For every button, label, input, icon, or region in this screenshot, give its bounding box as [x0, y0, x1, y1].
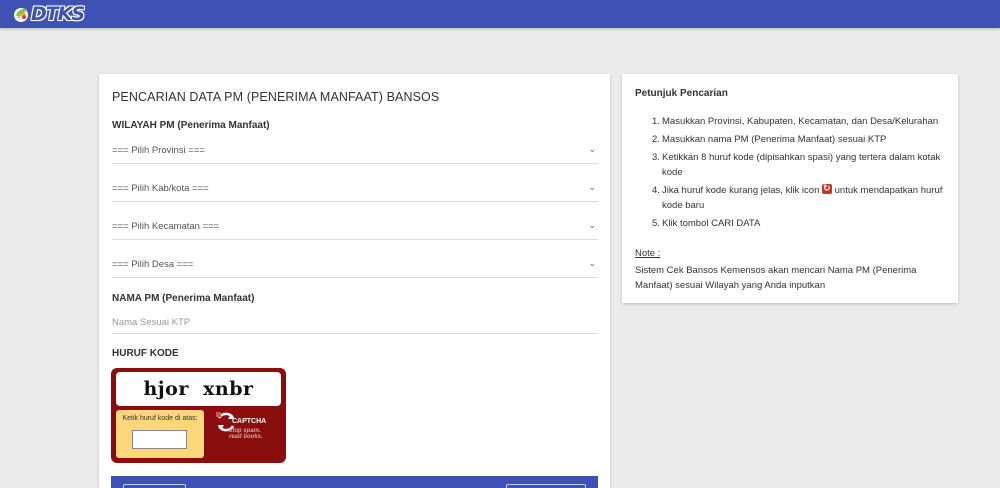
step-text: Klik tombol CARI DATA [662, 218, 761, 229]
instructions-card: Petunjuk Pencarian 1. Masukkan Provinsi, … [622, 74, 958, 303]
captcha-input[interactable] [132, 430, 187, 449]
refresh-icon [822, 181, 832, 196]
top-navbar: DTKS [0, 0, 1000, 28]
captcha-words: hjor xnbr [143, 378, 254, 400]
instruction-step: 2. Masukkan nama PM (Penerima Manfaat) se… [635, 132, 950, 147]
kecamatan-select-value: === Pilih Kecamatan === [112, 221, 220, 232]
provinsi-select-value: === Pilih Provinsi === [112, 145, 205, 156]
logo-text: DTKS [31, 3, 85, 25]
form-title: PENCARIAN DATA PM (PENERIMA MANFAAT) BAN… [112, 90, 440, 104]
step-text: Masukkan nama PM (Penerima Manfaat) sesu… [662, 134, 887, 145]
captcha-brand: CAPTCHA [232, 418, 267, 425]
chevron-down-icon: ⌄ [588, 220, 596, 230]
note-label: Note : [635, 248, 661, 259]
captcha-input-box: Ketik huruf kode di atas: [116, 410, 204, 458]
kabkota-select-value: === Pilih Kab/kota === [112, 183, 209, 194]
step-number: 5. [652, 218, 660, 229]
step-text: Ketikkan 8 huruf kode (dipisahkan spasi)… [662, 152, 941, 178]
nama-label: NAMA PM (Penerima Manfaat) [112, 293, 255, 304]
instruction-step: 4. Jika huruf kode kurang jelas, klik ico… [635, 181, 950, 213]
step-number: 1. [652, 116, 660, 127]
desa-select[interactable]: === Pilih Desa === ⌄ [112, 254, 598, 278]
chevron-down-icon: ⌄ [588, 182, 596, 192]
instructions-title: Petunjuk Pencarian [635, 88, 728, 99]
nama-input[interactable] [112, 312, 598, 334]
captcha-tagline-2: read books. [229, 434, 263, 440]
wilayah-label: WILAYAH PM (Penerima Manfaat) [112, 120, 270, 131]
kabkota-select[interactable]: === Pilih Kab/kota === ⌄ [112, 178, 598, 202]
captcha-widget: hjor xnbr Ketik huruf kode di atas: CAPT… [111, 368, 286, 463]
action-button-bar [111, 476, 598, 488]
step-number: 2. [652, 134, 660, 145]
desa-select-value: === Pilih Desa === [112, 259, 194, 270]
right-action-button[interactable] [506, 484, 586, 488]
step-text: Masukkan Provinsi, Kabupaten, Kecamatan,… [662, 116, 939, 127]
captcha-image: hjor xnbr [116, 372, 281, 406]
step-number: 4. [652, 185, 660, 196]
chevron-down-icon: ⌄ [588, 258, 596, 268]
instruction-step: 5. Klik tombol CARI DATA [635, 216, 950, 231]
step-number: 3. [652, 152, 660, 163]
step-text: Jika huruf kode kurang jelas, klik icon [662, 185, 820, 196]
kecamatan-select[interactable]: === Pilih Kecamatan === ⌄ [112, 216, 598, 240]
leaf-logo-icon [14, 8, 28, 22]
instruction-step: 1. Masukkan Provinsi, Kabupaten, Kecamata… [635, 114, 950, 129]
captcha-input-label: Ketik huruf kode di atas: [122, 415, 198, 422]
captcha-tagline: stop spam. read books. [229, 428, 263, 440]
note-text: Sistem Cek Bansos Kemensos akan mencari … [635, 265, 917, 291]
chevron-down-icon: ⌄ [588, 144, 596, 154]
search-form-card: PENCARIAN DATA PM (PENERIMA MANFAAT) BAN… [99, 74, 610, 488]
provinsi-select[interactable]: === Pilih Provinsi === ⌄ [112, 140, 598, 164]
instructions-list: 1. Masukkan Provinsi, Kabupaten, Kecamata… [635, 114, 950, 234]
instruction-step: 3. Ketikkan 8 huruf kode (dipisahkan spas… [635, 150, 950, 180]
dtks-logo[interactable]: DTKS [12, 3, 85, 25]
huruf-kode-label: HURUF KODE [112, 348, 179, 359]
left-action-button[interactable] [123, 484, 186, 488]
